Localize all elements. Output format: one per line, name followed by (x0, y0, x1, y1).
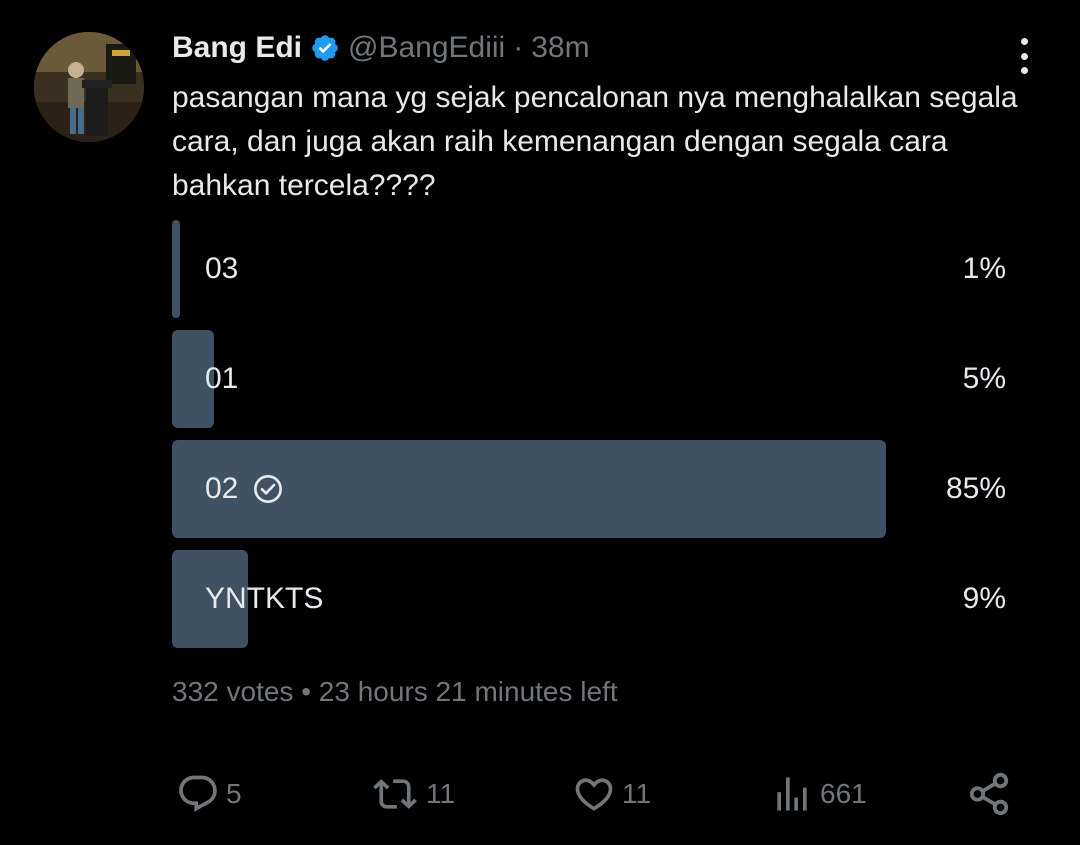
poll-option-percent: 85% (945, 472, 1006, 505)
poll-option-03[interactable]: 03 1% (172, 220, 1012, 318)
heart-icon (572, 772, 616, 816)
tweet-text: pasangan mana yg sejak pencalonan nya me… (172, 81, 1018, 202)
action-bar: 5 11 11 661 (172, 766, 1012, 822)
share-button[interactable] (966, 766, 1012, 822)
views-chart-icon (770, 772, 814, 816)
check-circle-icon (252, 473, 284, 505)
user-handle[interactable]: @BangEdiii (348, 31, 505, 65)
poll-option-02[interactable]: 02 85% (172, 440, 1012, 538)
more-vertical-icon[interactable] (1006, 36, 1042, 76)
retweet-count: 11 (426, 778, 456, 809)
poll-option-label: YNTKTS (205, 550, 323, 648)
tweet-header: Bang Edi @BangEdiii · 38m (172, 26, 590, 70)
poll-option-yntkts[interactable]: YNTKTS 9% (172, 550, 1012, 648)
like-count: 11 (622, 778, 652, 809)
share-icon (966, 771, 1012, 817)
poll-option-text: 01 (205, 362, 239, 395)
poll-option-label: 02 (205, 440, 284, 538)
reply-icon (176, 772, 220, 816)
reply-button[interactable]: 5 (176, 766, 242, 822)
verified-badge-icon[interactable] (310, 33, 340, 63)
poll: 03 1% 01 5% 02 85% YNTKTS 9% (172, 220, 1012, 660)
retweet-button[interactable]: 11 (370, 766, 455, 822)
separator-dot: · (513, 31, 524, 64)
poll-option-percent: 9% (962, 582, 1006, 615)
views-count: 661 (820, 778, 867, 809)
reply-count: 5 (226, 778, 242, 809)
like-button[interactable]: 11 (572, 766, 651, 822)
poll-option-percent: 1% (962, 252, 1006, 285)
poll-bar (172, 220, 181, 318)
poll-option-label: 01 (205, 330, 238, 428)
display-name[interactable]: Bang Edi (172, 31, 302, 65)
more-dot (1020, 67, 1028, 74)
poll-meta: 332 votes • 23 hours 21 minutes left (172, 676, 618, 707)
poll-option-label: 03 (205, 220, 238, 318)
poll-option-text: YNTKTS (205, 582, 324, 615)
avatar[interactable] (34, 32, 144, 142)
tweet-time[interactable]: 38m (531, 31, 589, 65)
poll-option-text: 03 (205, 252, 239, 285)
views-button[interactable]: 661 (770, 766, 867, 822)
poll-option-01[interactable]: 01 5% (172, 330, 1012, 428)
poll-option-percent: 5% (962, 362, 1006, 395)
more-dot (1020, 52, 1028, 60)
retweet-icon (370, 772, 420, 816)
poll-option-text: 02 (205, 472, 239, 505)
more-dot (1020, 38, 1028, 45)
